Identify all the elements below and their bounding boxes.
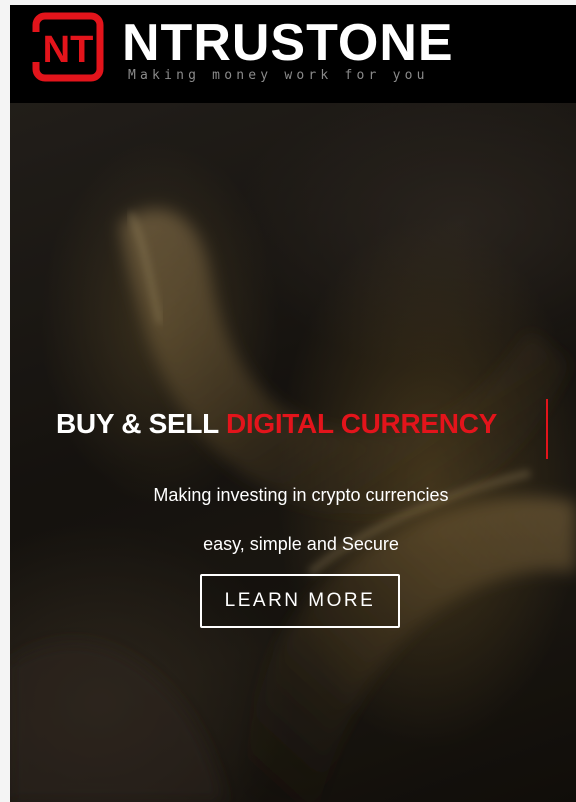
hero-heading-white: BUY & SELL — [56, 408, 226, 439]
page: NT NTRUSTONE Making money work for you B… — [10, 5, 576, 802]
logo-letters: NT — [43, 29, 94, 71]
hero-heading: BUY & SELL DIGITAL CURRENCY — [56, 407, 497, 441]
brand-name[interactable]: NTRUSTONE — [122, 15, 454, 71]
hero-heading-red: DIGITAL CURRENCY — [225, 408, 497, 439]
nt-monogram-icon[interactable]: NT — [32, 12, 104, 82]
brand-tagline: Making money work for you — [128, 68, 429, 83]
learn-more-button[interactable]: LEARN MORE — [200, 574, 400, 628]
typing-cursor — [546, 399, 548, 459]
site-header: NT NTRUSTONE Making money work for you — [10, 5, 576, 103]
hero-subtitle-line-1: Making investing in crypto currencies — [153, 485, 449, 505]
hero-section: BUY & SELL DIGITAL CURRENCY Making inves… — [10, 103, 576, 802]
hero-subtitle-line-2: easy, simple and Secure — [203, 534, 399, 554]
hero-overlay — [10, 103, 576, 802]
